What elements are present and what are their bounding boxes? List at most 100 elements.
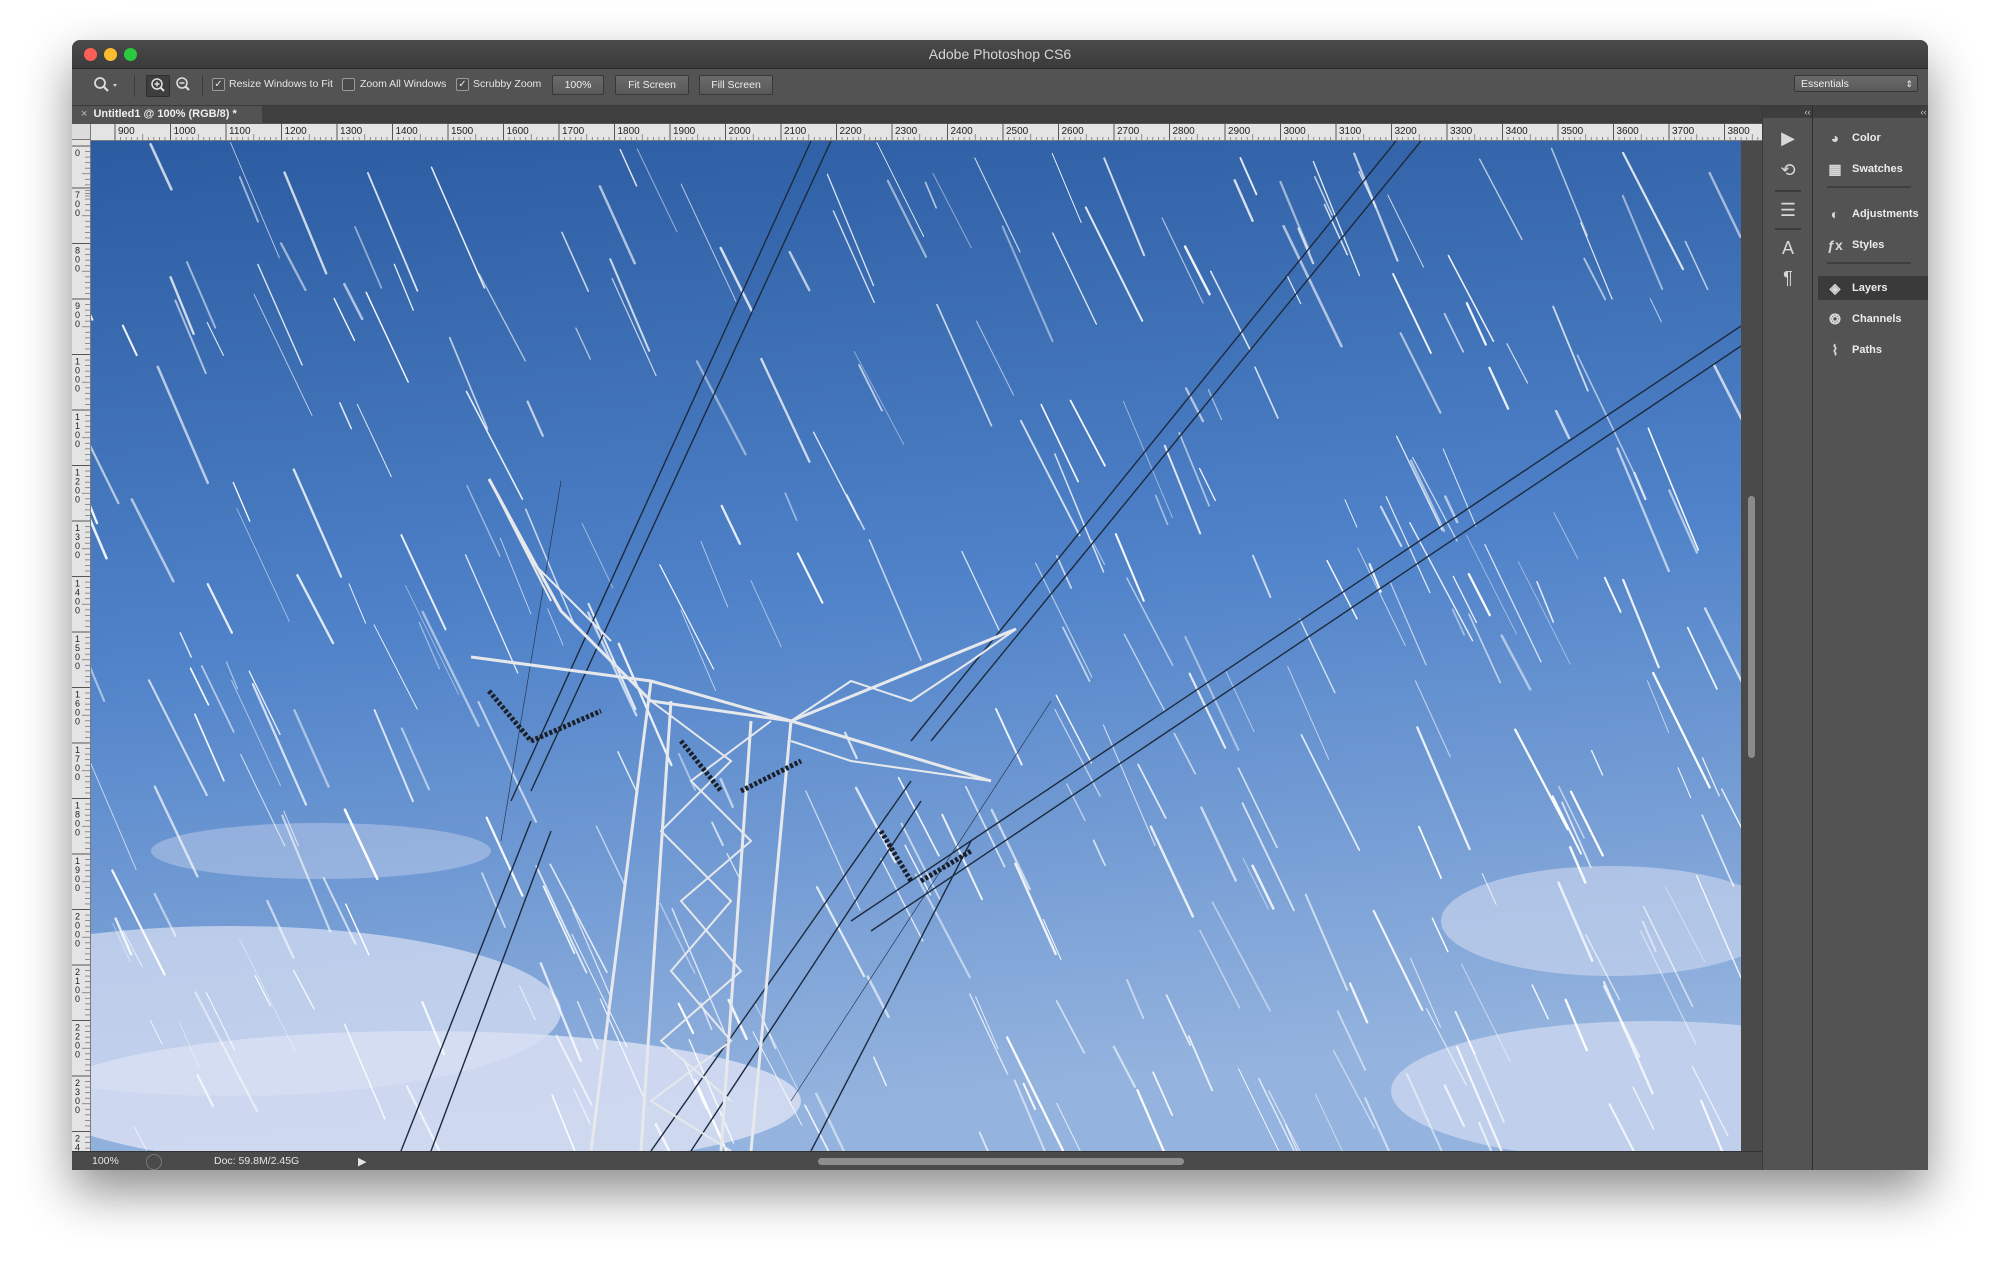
panel-channels[interactable]: ❂ Channels — [1818, 307, 1928, 331]
zoom-tool-preset-picker[interactable] — [88, 75, 122, 95]
vertical-ruler-ticks: 0 7 0 0 8 0 0 9 0 0 1 0 0 0 1 1 0 0 1 2 0 0 1 3 0 0 1 4 0 0 1 5 0 0 1 6 0 0 1 7… — [72, 145, 90, 1153]
chevron-updown-icon: ⇕ — [1905, 79, 1913, 89]
vertical-ruler[interactable]: 0 700 800 900 1000 1100 1200 1300 1400 1500 1600 17… — [72, 140, 91, 1152]
photoshop-window: Adobe Photoshop CS6 ✓ Resize Windows to … — [72, 40, 1928, 1170]
vertical-scrollbar[interactable] — [1741, 141, 1762, 1151]
layers-panel-icon: ◈ — [1829, 280, 1841, 296]
zoom-tool-icon — [94, 77, 117, 92]
status-info-icon[interactable] — [146, 1154, 162, 1170]
horizontal-ruler[interactable]: 900 1000 1100 1200 1300 1400 1500 1600 1700 1800 1… — [91, 124, 1762, 141]
panel-styles[interactable]: ƒx Styles — [1818, 233, 1928, 257]
ruler-label: 2100 — [784, 126, 807, 137]
ruler-label: 2300 — [75, 1078, 80, 1115]
vertical-scroll-thumb[interactable] — [1748, 496, 1755, 758]
fill-screen-button[interactable]: Fill Screen — [699, 75, 773, 95]
zoom-in-button[interactable] — [146, 75, 170, 97]
workspace-label: Essentials — [1801, 78, 1849, 90]
panel-color[interactable]: ◕ Color — [1818, 126, 1928, 150]
ruler-label: 1100 — [229, 126, 251, 137]
ruler-label: 1800 — [618, 126, 641, 137]
ruler-label: 3600 — [1617, 126, 1640, 137]
canvas-image — [91, 141, 1741, 1151]
horizontal-scroll-thumb[interactable] — [818, 1158, 1184, 1165]
layer-comps-icon[interactable]: ☰ — [1775, 198, 1801, 222]
history-icon[interactable]: ⟲ — [1775, 158, 1801, 182]
dock-separator — [1775, 228, 1801, 230]
panel-label: Channels — [1852, 313, 1902, 325]
ruler-label: 800 — [75, 246, 80, 274]
ruler-label: 3500 — [1561, 126, 1584, 137]
document-tab[interactable]: × Untitled1 @ 100% (RGB/8) * — [72, 106, 262, 123]
ruler-label: 1100 — [75, 412, 80, 449]
zoom-out-button[interactable] — [172, 75, 194, 95]
ruler-label: 3000 — [1284, 126, 1307, 137]
ruler-label: 1400 — [396, 126, 419, 137]
resize-windows-checkbox[interactable]: ✓ — [212, 78, 225, 91]
ruler-label: 1400 — [75, 579, 80, 616]
ruler-origin[interactable] — [72, 124, 91, 140]
ruler-label: 1000 — [75, 357, 80, 394]
ruler-label: 3700 — [1672, 126, 1695, 137]
collapse-dock-icon[interactable]: ‹‹ — [1763, 106, 1813, 118]
ruler-label: 0 — [75, 148, 80, 158]
ruler-label: 1800 — [75, 801, 80, 838]
ruler-label: 2000 — [729, 126, 752, 137]
ruler-label: 2400 — [75, 1134, 80, 1153]
ruler-label: 2400 — [951, 126, 974, 137]
zoom-all-windows-checkbox[interactable] — [342, 78, 355, 91]
ruler-label: 1000 — [174, 126, 197, 137]
status-bar: 100% Doc: 59.8M/2.45G ▶ — [72, 1151, 1762, 1170]
ruler-label: 2200 — [840, 126, 863, 137]
document-tab-title: Untitled1 @ 100% (RGB/8) * — [93, 108, 237, 120]
adjustments-panel-icon: ◐ — [1830, 206, 1840, 222]
panel-paths[interactable]: ⌇ Paths — [1818, 338, 1928, 362]
panel-dock: ‹‹ ◕ Color ▦ Swatches ◐ Adjustments ƒx S… — [1812, 106, 1928, 1170]
ruler-label: 1200 — [75, 468, 80, 505]
ruler-label: 2800 — [1173, 126, 1196, 137]
scrubby-zoom-label: Scrubby Zoom — [473, 78, 542, 90]
cloud — [151, 823, 491, 879]
swatches-panel-icon: ▦ — [1828, 161, 1842, 177]
fit-screen-button[interactable]: Fit Screen — [615, 75, 689, 95]
styles-panel-icon: ƒx — [1827, 237, 1843, 253]
panel-layers[interactable]: ◈ Layers — [1818, 276, 1928, 300]
panel-label: Adjustments — [1852, 208, 1919, 220]
document-tab-bar: × Untitled1 @ 100% (RGB/8) * — [72, 106, 1762, 123]
color-panel-icon: ◕ — [1830, 130, 1840, 146]
scrubby-zoom-checkbox[interactable]: ✓ — [456, 78, 469, 91]
options-bar: ✓ Resize Windows to Fit Zoom All Windows… — [72, 69, 1928, 106]
ruler-label: 1500 — [451, 126, 474, 137]
character-icon[interactable]: A — [1775, 236, 1801, 260]
panel-adjustments[interactable]: ◐ Adjustments — [1818, 202, 1928, 226]
options-separator — [202, 75, 203, 97]
ruler-label: 2300 — [895, 126, 918, 137]
ruler-label: 900 — [75, 301, 80, 329]
close-tab-icon[interactable]: × — [81, 108, 87, 120]
ruler-label: 2100 — [75, 967, 80, 1004]
status-menu-arrow-icon[interactable]: ▶ — [358, 1155, 366, 1168]
workspace-switcher[interactable]: Essentials ⇕ — [1794, 75, 1918, 92]
window-title: Adobe Photoshop CS6 — [928, 46, 1072, 62]
dock-separator — [1775, 190, 1801, 192]
channels-panel-icon: ❂ — [1829, 311, 1841, 327]
zoom-out-icon — [176, 77, 190, 91]
paragraph-icon[interactable]: ¶ — [1775, 266, 1801, 290]
collapse-panels-icon[interactable]: ‹‹ — [1813, 106, 1928, 118]
ruler-label: 900 — [118, 126, 135, 137]
ruler-label: 2500 — [1006, 126, 1029, 137]
actual-pixels-button[interactable]: 100% — [552, 75, 604, 95]
zoom-in-icon — [151, 78, 165, 92]
ruler-label: 1200 — [285, 126, 308, 137]
play-icon[interactable]: ▶ — [1775, 126, 1801, 150]
panel-swatches[interactable]: ▦ Swatches — [1818, 157, 1928, 181]
panel-label: Layers — [1852, 282, 1888, 294]
options-separator — [134, 75, 135, 97]
ruler-label: 3300 — [1450, 126, 1473, 137]
zoom-level-field[interactable]: 100% — [92, 1155, 119, 1167]
document-canvas[interactable] — [91, 141, 1741, 1151]
ruler-label: 1600 — [75, 690, 80, 727]
panel-separator — [1827, 186, 1911, 188]
ruler-label: 2600 — [1062, 126, 1085, 137]
ruler-label: 1700 — [562, 126, 585, 137]
ruler-label: 3200 — [1395, 126, 1418, 137]
